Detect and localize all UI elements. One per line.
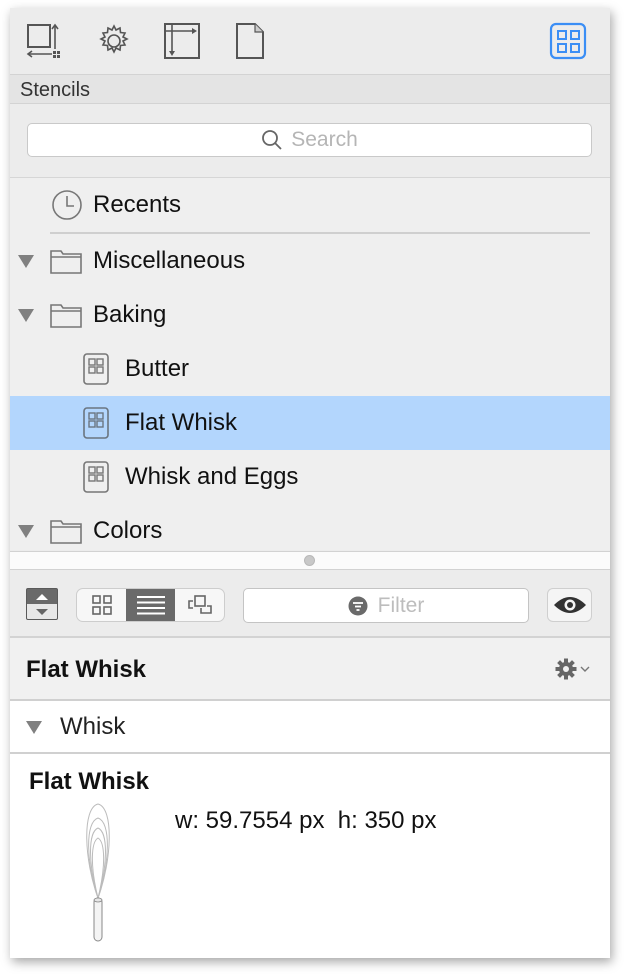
stencil-icon (83, 461, 109, 493)
flat-whisk-preview[interactable] (80, 800, 120, 944)
filter-input[interactable]: Filter (243, 588, 529, 623)
stencil-tree: Recents Miscellaneous Baking Butter Flat… (10, 178, 610, 550)
chevron-up-icon[interactable] (35, 593, 49, 601)
expand-collapse-stepper[interactable] (26, 588, 58, 620)
filter-placeholder: Filter (377, 593, 425, 617)
disclosure-triangle-icon[interactable] (18, 525, 34, 538)
document-icon[interactable] (230, 21, 270, 61)
stencil-dimensions: w: 59.7554 px h: 350 px (175, 807, 437, 834)
action-menu-button[interactable] (555, 658, 590, 680)
folder-icon (50, 520, 82, 544)
chevron-down-icon (580, 666, 590, 672)
stencils-header: Stencils (10, 74, 610, 104)
layout-icon[interactable] (162, 21, 202, 61)
gear-icon[interactable] (94, 21, 134, 61)
search-area: Search (10, 104, 610, 178)
stencils-panel: Stencils Search Recents Miscellaneous Ba… (10, 8, 610, 958)
tree-item-label: Miscellaneous (93, 247, 246, 274)
folder-icon (50, 250, 82, 274)
stencil-icon (83, 407, 109, 439)
search-input[interactable]: Search (27, 123, 592, 157)
visibility-toggle-button[interactable] (547, 588, 592, 622)
tree-item-miscellaneous[interactable]: Miscellaneous (10, 234, 610, 288)
split-view-divider[interactable] (10, 551, 610, 570)
inspector-toolbar (10, 8, 610, 74)
folder-icon (50, 304, 82, 328)
section-whisk[interactable]: Whisk (10, 701, 610, 754)
tree-item-label: Flat Whisk (125, 409, 238, 436)
stencils-header-label: Stencils (20, 79, 91, 101)
inspector-title: Flat Whisk (26, 656, 147, 683)
view-shapes-button[interactable] (175, 589, 224, 621)
eye-icon (553, 597, 586, 613)
tree-item-recents[interactable]: Recents (10, 178, 610, 234)
clock-icon (52, 190, 82, 220)
gear-icon (555, 658, 577, 680)
tree-item-label: Butter (125, 355, 190, 382)
filter-icon (348, 596, 368, 615)
section-label: Whisk (60, 713, 126, 740)
shapes-icon (187, 595, 212, 614)
chevron-down-icon[interactable] (35, 608, 49, 616)
tree-item-label: Recents (93, 191, 182, 218)
tree-item-label: Colors (93, 517, 163, 544)
tree-item-baking[interactable]: Baking (10, 288, 610, 342)
view-list-button[interactable] (126, 589, 175, 621)
disclosure-triangle-icon[interactable] (26, 721, 42, 734)
tree-item-label: Baking (93, 301, 167, 328)
view-mode-control (76, 588, 225, 622)
tree-item-butter[interactable]: Butter (10, 342, 610, 396)
inspector-header: Flat Whisk (10, 638, 610, 701)
canvas-size-icon[interactable] (24, 21, 64, 61)
filter-bar: Filter (10, 570, 610, 638)
disclosure-triangle-icon[interactable] (18, 255, 34, 268)
disclosure-triangle-icon[interactable] (18, 309, 34, 322)
divider-handle[interactable] (304, 555, 315, 566)
search-placeholder: Search (291, 128, 358, 151)
tree-item-colors[interactable]: Colors (10, 504, 610, 558)
stencil-detail: Flat Whisk w: 59.7554 px h: 350 px (10, 754, 610, 958)
tree-item-label: Whisk and Eggs (125, 463, 299, 490)
search-icon (262, 130, 282, 150)
tree-item-whisk-and-eggs[interactable]: Whisk and Eggs (10, 450, 610, 504)
tree-item-flat-whisk[interactable]: Flat Whisk (10, 396, 610, 450)
grid-icon (91, 595, 112, 615)
list-icon (136, 596, 165, 615)
view-grid-button[interactable] (77, 589, 126, 621)
stencil-name: Flat Whisk (29, 768, 150, 795)
stencils-icon[interactable] (548, 21, 588, 61)
stencil-icon (83, 353, 109, 385)
